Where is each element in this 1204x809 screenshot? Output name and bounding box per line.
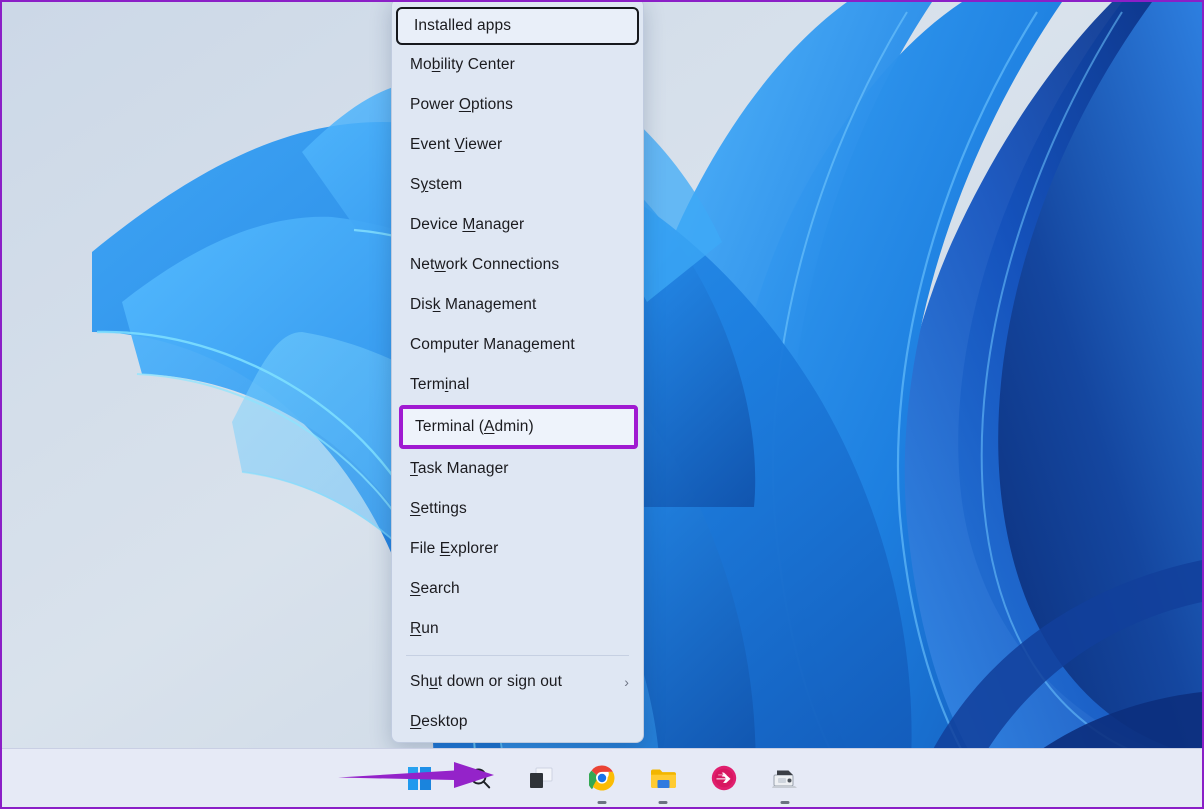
chevron-right-icon: › bbox=[624, 674, 629, 690]
app-device-button[interactable] bbox=[765, 758, 805, 798]
menu-item-file-explorer[interactable]: File Explorer bbox=[392, 529, 643, 569]
task-view-button[interactable] bbox=[521, 758, 561, 798]
menu-item-label: Event Viewer bbox=[410, 136, 629, 154]
menu-item-desktop[interactable]: Desktop bbox=[392, 702, 643, 742]
screenshot-root: Installed apps Mobility Center Power Opt… bbox=[0, 0, 1204, 809]
menu-item-computer-management[interactable]: Computer Management bbox=[392, 325, 643, 365]
menu-item-settings[interactable]: Settings bbox=[392, 489, 643, 529]
menu-item-label: Desktop bbox=[410, 713, 629, 731]
menu-item-network-connections[interactable]: Network Connections bbox=[392, 245, 643, 285]
chrome-button[interactable] bbox=[582, 758, 622, 798]
menu-item-label: Installed apps bbox=[414, 17, 623, 35]
menu-separator bbox=[406, 655, 629, 656]
file-explorer-button[interactable] bbox=[643, 758, 683, 798]
task-view-icon bbox=[529, 767, 553, 789]
menu-item-run[interactable]: Run bbox=[392, 609, 643, 649]
menu-item-label: Power Options bbox=[410, 96, 629, 114]
menu-item-label: Search bbox=[410, 580, 629, 598]
running-indicator bbox=[781, 801, 790, 804]
menu-item-label: Mobility Center bbox=[410, 56, 629, 74]
menu-item-label: Shut down or sign out bbox=[410, 673, 624, 691]
app-pink-button[interactable] bbox=[704, 758, 744, 798]
desktop-wallpaper: Installed apps Mobility Center Power Opt… bbox=[2, 2, 1202, 807]
menu-item-terminal-admin[interactable]: Terminal (Admin) bbox=[399, 405, 638, 449]
menu-item-label: File Explorer bbox=[410, 540, 629, 558]
menu-item-task-manager[interactable]: Task Manager bbox=[392, 449, 643, 489]
menu-item-power-options[interactable]: Power Options bbox=[392, 85, 643, 125]
menu-item-terminal[interactable]: Terminal bbox=[392, 365, 643, 405]
menu-item-shut-down-or-sign-out[interactable]: Shut down or sign out › bbox=[392, 662, 643, 702]
pink-arrows-icon bbox=[711, 765, 737, 791]
taskbar[interactable] bbox=[2, 748, 1202, 807]
menu-item-label: Settings bbox=[410, 500, 629, 518]
menu-item-label: Terminal bbox=[410, 376, 629, 394]
menu-item-label: Network Connections bbox=[410, 256, 629, 274]
menu-item-label: Disk Management bbox=[410, 296, 629, 314]
menu-item-search[interactable]: Search bbox=[392, 569, 643, 609]
menu-item-label: Run bbox=[410, 620, 629, 638]
menu-item-label: Device Manager bbox=[410, 216, 629, 234]
menu-item-label: System bbox=[410, 176, 629, 194]
menu-item-system[interactable]: System bbox=[392, 165, 643, 205]
folder-icon bbox=[650, 767, 677, 790]
menu-item-installed-apps[interactable]: Installed apps bbox=[396, 7, 639, 45]
menu-item-mobility-center[interactable]: Mobility Center bbox=[392, 45, 643, 85]
chrome-icon bbox=[589, 765, 615, 791]
device-icon bbox=[771, 766, 799, 790]
menu-item-device-manager[interactable]: Device Manager bbox=[392, 205, 643, 245]
purple-arrow-annotation bbox=[336, 761, 496, 789]
win-x-quick-link-menu[interactable]: Installed apps Mobility Center Power Opt… bbox=[391, 2, 644, 743]
menu-item-event-viewer[interactable]: Event Viewer bbox=[392, 125, 643, 165]
running-indicator bbox=[598, 801, 607, 804]
menu-item-disk-management[interactable]: Disk Management bbox=[392, 285, 643, 325]
menu-item-label: Terminal (Admin) bbox=[415, 418, 620, 436]
menu-item-label: Task Manager bbox=[410, 460, 629, 478]
running-indicator bbox=[659, 801, 668, 804]
menu-item-label: Computer Management bbox=[410, 336, 629, 354]
